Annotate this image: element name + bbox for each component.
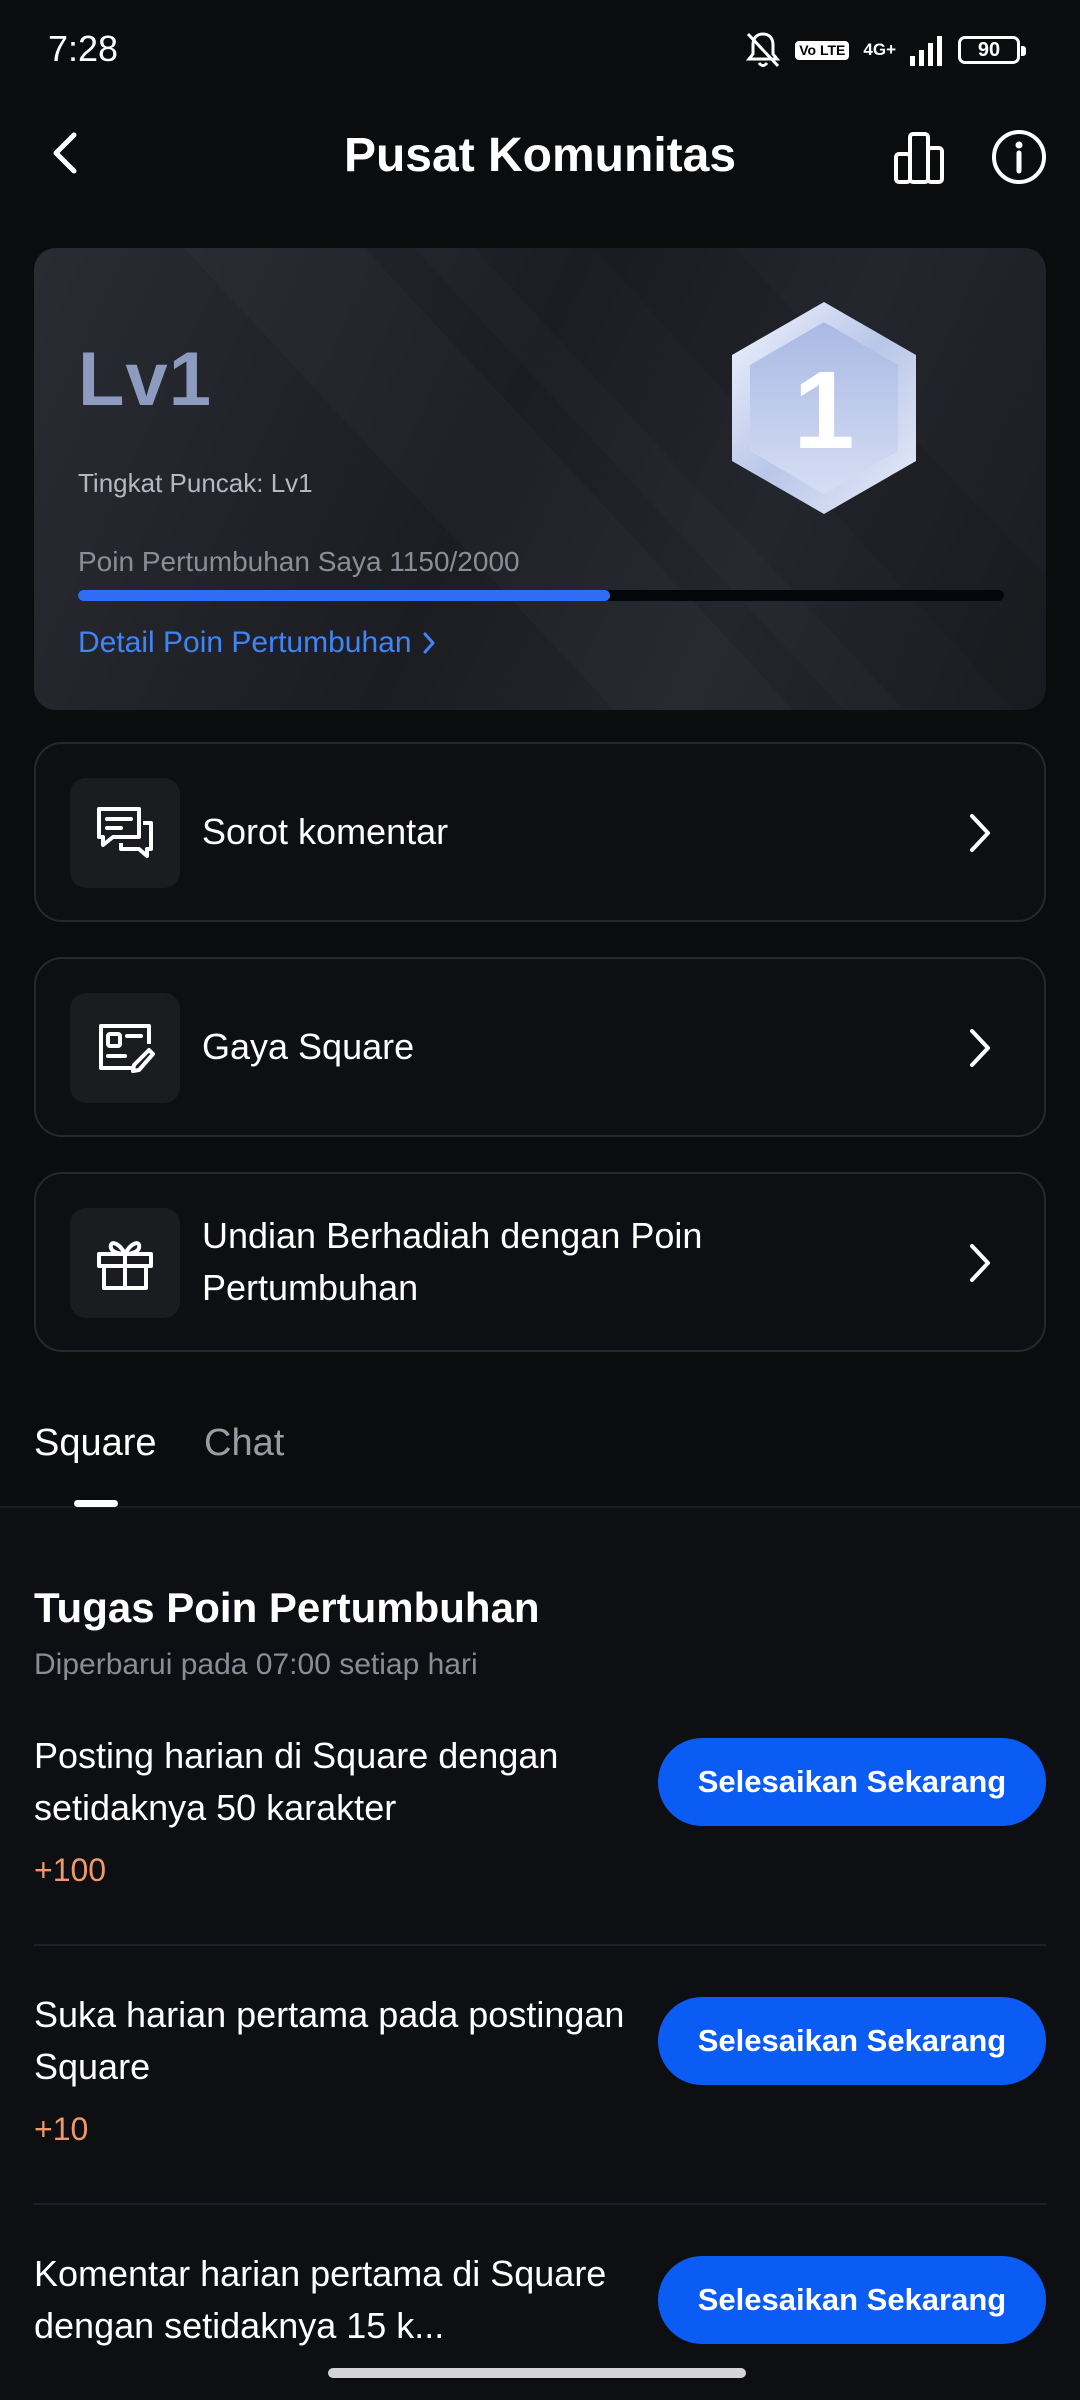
peak-level: Tingkat Puncak: Lv1 xyxy=(78,468,313,498)
task-item: Posting harian di Square dengan setidakn… xyxy=(34,1730,1046,1920)
header: Pusat Komunitas xyxy=(0,110,1080,200)
divider xyxy=(34,2203,1046,2205)
active-tab-indicator xyxy=(74,1500,118,1507)
complete-now-button[interactable]: Selesaikan Sekarang xyxy=(658,1997,1046,2085)
home-indicator xyxy=(328,2368,746,2378)
tab-chat[interactable]: Chat xyxy=(204,1422,284,1465)
menu-label: Sorot komentar xyxy=(202,811,449,852)
menu-icon-box xyxy=(70,993,180,1103)
menu-label: Undian Berhadiah dengan Poin Pertumbuhan xyxy=(202,1215,703,1308)
menu-square-style[interactable]: Gaya Square xyxy=(34,957,1046,1137)
network-type: 4G+ xyxy=(863,40,896,59)
divider xyxy=(34,1944,1046,1946)
task-text: Komentar harian pertama di Square dengan… xyxy=(34,2253,607,2346)
signal-icon xyxy=(910,36,942,66)
level-title: Lv1 xyxy=(78,337,212,422)
leaderboard-icon xyxy=(894,132,944,184)
task-points: +100 xyxy=(34,1852,107,1888)
volte-indicator: Vo LTE xyxy=(795,40,850,60)
menu-icon-box xyxy=(70,778,180,888)
task-text: Suka harian pertama pada postingan Squar… xyxy=(34,1994,625,2087)
bell-off-icon xyxy=(746,32,781,68)
info-icon xyxy=(992,130,1046,184)
chevron-right-icon xyxy=(970,814,990,852)
tasks-title: Tugas Poin Pertumbuhan xyxy=(34,1584,540,1631)
tasks-section: Tugas Poin Pertumbuhan Diperbarui pada 0… xyxy=(0,1508,1080,2400)
complete-now-button[interactable]: Selesaikan Sekarang xyxy=(658,2256,1046,2344)
task-item: Komentar harian pertama di Square dengan… xyxy=(34,2248,1046,2368)
chevron-right-icon xyxy=(970,1029,990,1067)
level-badge-icon: 1 xyxy=(732,302,916,514)
comment-highlight-icon xyxy=(97,807,153,858)
tab-square[interactable]: Square xyxy=(34,1422,157,1465)
task-points: +10 xyxy=(34,2111,89,2147)
leaderboard-button[interactable] xyxy=(892,130,948,186)
task-text: Posting harian di Square dengan setidakn… xyxy=(34,1735,559,1828)
status-time: 7:28 xyxy=(48,28,119,69)
menu-lucky-draw[interactable]: Undian Berhadiah dengan Poin Pertumbuhan xyxy=(34,1172,1046,1352)
badge-number: 1 xyxy=(793,349,854,472)
battery-indicator: 90 xyxy=(958,36,1026,64)
info-button[interactable] xyxy=(990,128,1048,186)
profile-edit-icon xyxy=(99,1024,155,1073)
complete-now-button[interactable]: Selesaikan Sekarang xyxy=(658,1738,1046,1826)
menu-label: Gaya Square xyxy=(202,1026,415,1067)
growth-points-detail-link[interactable]: Detail Poin Pertumbuhan xyxy=(78,626,436,660)
detail-link-label: Detail Poin Pertumbuhan xyxy=(78,626,412,659)
gift-icon xyxy=(97,1241,153,1290)
tab-bar: Square Chat xyxy=(0,1408,1080,1508)
menu-highlight-comments[interactable]: Sorot komentar xyxy=(34,742,1046,922)
chevron-right-icon xyxy=(423,632,435,654)
tasks-subtitle: Diperbarui pada 07:00 setiap hari xyxy=(34,1648,478,1681)
growth-points-text: Poin Pertumbuhan Saya 1150/2000 xyxy=(78,546,520,577)
status-bar: 7:28 Vo LTE 4G+ 90 xyxy=(0,0,1080,100)
growth-progress-bar xyxy=(78,590,1004,601)
menu-icon-box xyxy=(70,1208,180,1318)
chevron-right-icon xyxy=(970,1244,990,1282)
task-item: Suka harian pertama pada postingan Squar… xyxy=(34,1989,1046,2179)
status-icons: Vo LTE 4G+ 90 xyxy=(745,30,1026,70)
level-card: Lv1 Tingkat Puncak: Lv1 Poin Pertumbuhan… xyxy=(34,248,1046,710)
growth-progress-fill xyxy=(78,590,611,601)
